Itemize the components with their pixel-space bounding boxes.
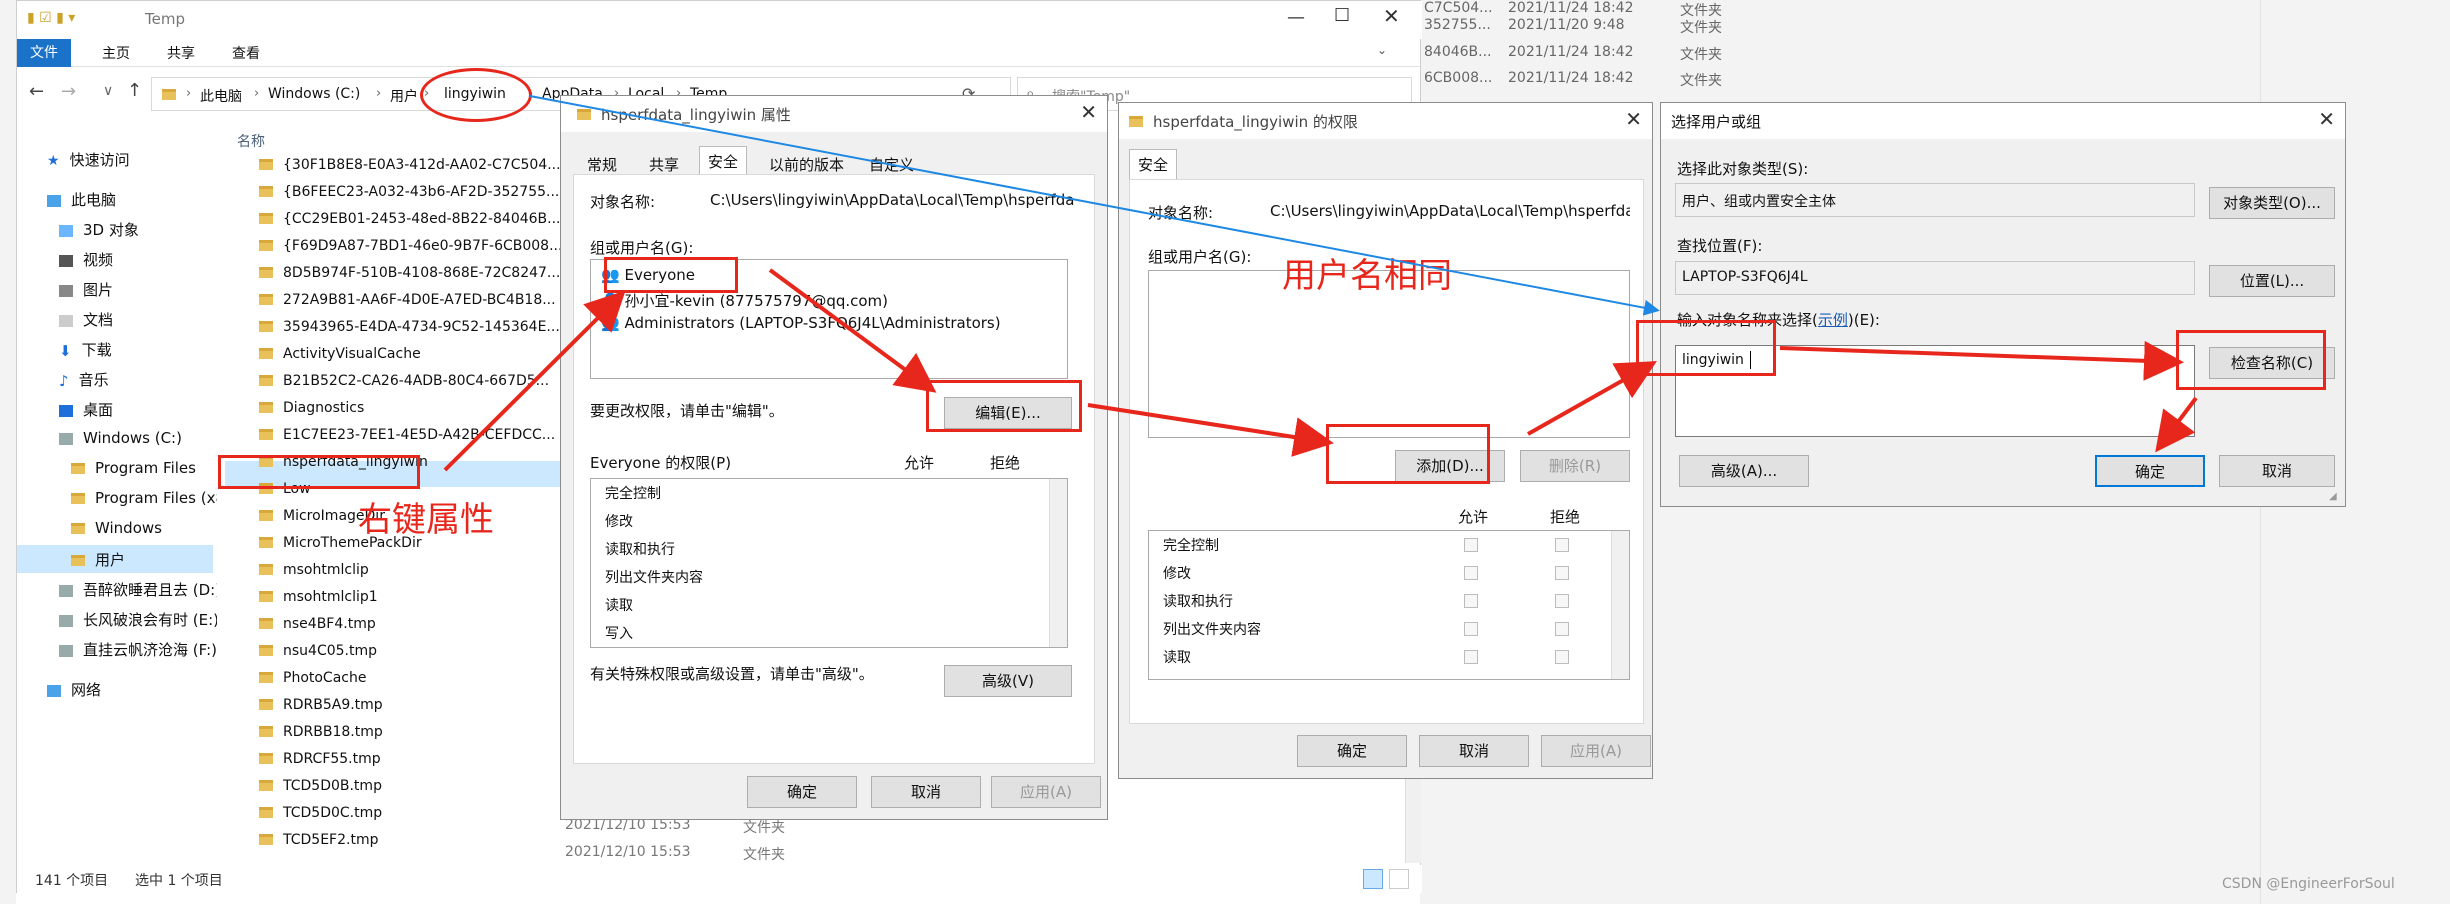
watermark: CSDN @EngineerForSoul (2222, 876, 2395, 892)
arrow-edit-to-add (1087, 403, 1334, 457)
annotation-arrows (443, 95, 2198, 472)
arrow-input-to-check (1779, 340, 2184, 381)
arrow-folder-to-everyone (443, 290, 626, 472)
arrow-check-to-ok (2155, 396, 2198, 453)
arrow-add-to-input (1527, 361, 1657, 436)
arrow-everyone-to-edit (768, 268, 937, 393)
blue-line-username-match (529, 95, 1660, 316)
